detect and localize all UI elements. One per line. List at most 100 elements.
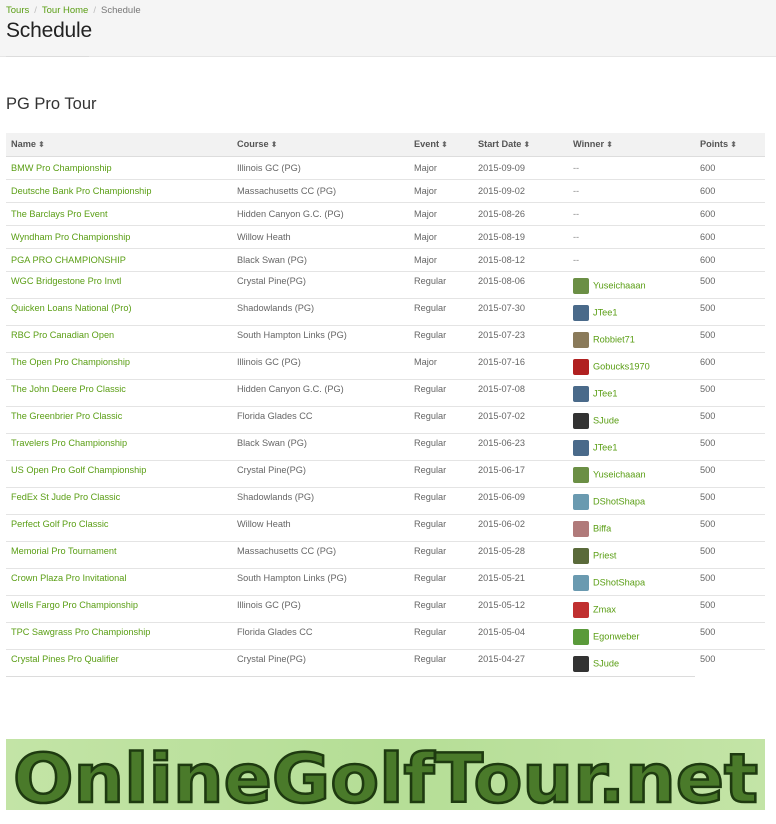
- winner-cell[interactable]: Gobucks1970: [568, 352, 695, 380]
- tournament-link[interactable]: Crystal Pines Pro Qualifier: [11, 654, 119, 664]
- tournament-link[interactable]: Wyndham Pro Championship: [11, 232, 130, 242]
- tournament-name[interactable]: The Open Pro Championship: [6, 352, 232, 380]
- column-header-name[interactable]: Name ⬍: [6, 133, 232, 157]
- winner-avatar[interactable]: [573, 547, 589, 564]
- column-header-event[interactable]: Event ⬍: [409, 133, 473, 157]
- winner-avatar[interactable]: [573, 601, 589, 618]
- tournament-link[interactable]: Deutsche Bank Pro Championship: [11, 186, 151, 196]
- winner-cell[interactable]: DShotShapa: [568, 487, 695, 515]
- tournament-link[interactable]: The Barclays Pro Event: [11, 209, 108, 219]
- winner-cell[interactable]: JTee1: [568, 298, 695, 326]
- tournament-name[interactable]: Crown Plaza Pro Invitational: [6, 568, 232, 596]
- winner-avatar[interactable]: [573, 493, 589, 510]
- winner-link[interactable]: Egonweber: [593, 631, 639, 641]
- winner-avatar[interactable]: [573, 520, 589, 537]
- winner-cell[interactable]: Biffa: [568, 514, 695, 542]
- winner-avatar[interactable]: [573, 412, 589, 429]
- winner-cell[interactable]: Egonweber: [568, 622, 695, 650]
- winner-link[interactable]: Priest: [593, 550, 617, 560]
- winner-link[interactable]: Yuseichaaan: [593, 280, 646, 290]
- tournament-name[interactable]: Quicken Loans National (Pro): [6, 298, 232, 326]
- sort-icon[interactable]: ⬍: [730, 140, 737, 149]
- winner-avatar[interactable]: [573, 331, 589, 348]
- tournament-name[interactable]: Wells Fargo Pro Championship: [6, 595, 232, 623]
- tournament-link[interactable]: Quicken Loans National (Pro): [11, 303, 132, 313]
- tournament-name[interactable]: Crystal Pines Pro Qualifier: [6, 649, 232, 676]
- column-header-winner[interactable]: Winner ⬍: [568, 133, 695, 157]
- winner-avatar[interactable]: [573, 466, 589, 483]
- winner-avatar[interactable]: [573, 304, 589, 321]
- winner-link[interactable]: DShotShapa: [593, 496, 645, 506]
- winner-link[interactable]: SJude: [593, 658, 619, 668]
- winner-avatar[interactable]: [573, 574, 589, 591]
- tournament-name[interactable]: Travelers Pro Championship: [6, 433, 232, 461]
- sort-icon[interactable]: ⬍: [523, 140, 530, 149]
- winner-avatar[interactable]: [573, 439, 589, 456]
- tournament-link[interactable]: FedEx St Jude Pro Classic: [11, 492, 120, 502]
- winner-link[interactable]: Biffa: [593, 523, 611, 533]
- winner-link[interactable]: JTee1: [593, 388, 618, 398]
- tournament-name[interactable]: Memorial Pro Tournament: [6, 541, 232, 569]
- tournament-name[interactable]: US Open Pro Golf Championship: [6, 460, 232, 488]
- winner-cell[interactable]: DShotShapa: [568, 568, 695, 596]
- winner-cell[interactable]: Priest: [568, 541, 695, 569]
- tournament-link[interactable]: Perfect Golf Pro Classic: [11, 519, 109, 529]
- tournament-name[interactable]: Wyndham Pro Championship: [6, 225, 232, 249]
- winner-link[interactable]: SJude: [593, 415, 619, 425]
- tournament-link[interactable]: US Open Pro Golf Championship: [11, 465, 146, 475]
- column-header-course[interactable]: Course ⬍: [232, 133, 409, 157]
- winner-link[interactable]: Gobucks1970: [593, 361, 650, 371]
- tournament-name[interactable]: Deutsche Bank Pro Championship: [6, 179, 232, 203]
- winner-link[interactable]: JTee1: [593, 307, 618, 317]
- tournament-name[interactable]: The Greenbrier Pro Classic: [6, 406, 232, 434]
- tournament-link[interactable]: Memorial Pro Tournament: [11, 546, 117, 556]
- column-header-points[interactable]: Points ⬍: [695, 133, 765, 157]
- winner-cell[interactable]: JTee1: [568, 433, 695, 461]
- winner-avatar[interactable]: [573, 628, 589, 645]
- winner-cell[interactable]: Robbiet71: [568, 325, 695, 353]
- winner-cell[interactable]: Yuseichaaan: [568, 460, 695, 488]
- winner-link[interactable]: Yuseichaaan: [593, 469, 646, 479]
- column-header-start-date[interactable]: Start Date ⬍: [473, 133, 568, 157]
- tournament-name[interactable]: The Barclays Pro Event: [6, 202, 232, 226]
- tournament-name[interactable]: PGA PRO CHAMPIONSHIP: [6, 248, 232, 272]
- winner-avatar[interactable]: [573, 358, 589, 375]
- tournament-link[interactable]: TPC Sawgrass Pro Championship: [11, 627, 150, 637]
- sort-icon[interactable]: ⬍: [38, 140, 45, 149]
- online-golf-tour-banner[interactable]: OnlineGolfTour.net: [6, 739, 765, 810]
- breadcrumb-link-tour-home[interactable]: Tour Home: [42, 5, 88, 16]
- winner-cell[interactable]: SJude: [568, 406, 695, 434]
- tournament-link[interactable]: Crown Plaza Pro Invitational: [11, 573, 126, 583]
- tournament-link[interactable]: The Open Pro Championship: [11, 357, 130, 367]
- tournament-name[interactable]: FedEx St Jude Pro Classic: [6, 487, 232, 515]
- tournament-link[interactable]: Travelers Pro Championship: [11, 438, 127, 448]
- sort-icon[interactable]: ⬍: [441, 140, 448, 149]
- tournament-name[interactable]: The John Deere Pro Classic: [6, 379, 232, 407]
- tournament-link[interactable]: Wells Fargo Pro Championship: [11, 600, 138, 610]
- tournament-link[interactable]: BMW Pro Championship: [11, 163, 112, 173]
- winner-link[interactable]: Zmax: [593, 604, 616, 614]
- winner-cell[interactable]: JTee1: [568, 379, 695, 407]
- winner-avatar[interactable]: [573, 385, 589, 402]
- tournament-name[interactable]: WGC Bridgestone Pro Invtl: [6, 271, 232, 299]
- tournament-link[interactable]: The Greenbrier Pro Classic: [11, 411, 122, 421]
- winner-avatar[interactable]: [573, 656, 589, 672]
- winner-cell[interactable]: Yuseichaaan: [568, 271, 695, 299]
- winner-cell[interactable]: Zmax: [568, 595, 695, 623]
- winner-link[interactable]: Robbiet71: [593, 334, 635, 344]
- winner-cell[interactable]: SJude: [568, 649, 695, 676]
- sort-icon[interactable]: ⬍: [606, 140, 613, 149]
- tournament-link[interactable]: The John Deere Pro Classic: [11, 384, 126, 394]
- tournament-name[interactable]: Perfect Golf Pro Classic: [6, 514, 232, 542]
- tournament-link[interactable]: PGA PRO CHAMPIONSHIP: [11, 255, 126, 265]
- tournament-name[interactable]: TPC Sawgrass Pro Championship: [6, 622, 232, 650]
- winner-avatar[interactable]: [573, 277, 589, 294]
- breadcrumb-link-tours[interactable]: Tours: [6, 5, 29, 16]
- winner-link[interactable]: DShotShapa: [593, 577, 645, 587]
- winner-link[interactable]: JTee1: [593, 442, 618, 452]
- tournament-name[interactable]: BMW Pro Championship: [6, 156, 232, 180]
- tournament-link[interactable]: WGC Bridgestone Pro Invtl: [11, 276, 121, 286]
- tournament-name[interactable]: RBC Pro Canadian Open: [6, 325, 232, 353]
- tournament-link[interactable]: RBC Pro Canadian Open: [11, 330, 114, 340]
- sort-icon[interactable]: ⬍: [271, 140, 278, 149]
